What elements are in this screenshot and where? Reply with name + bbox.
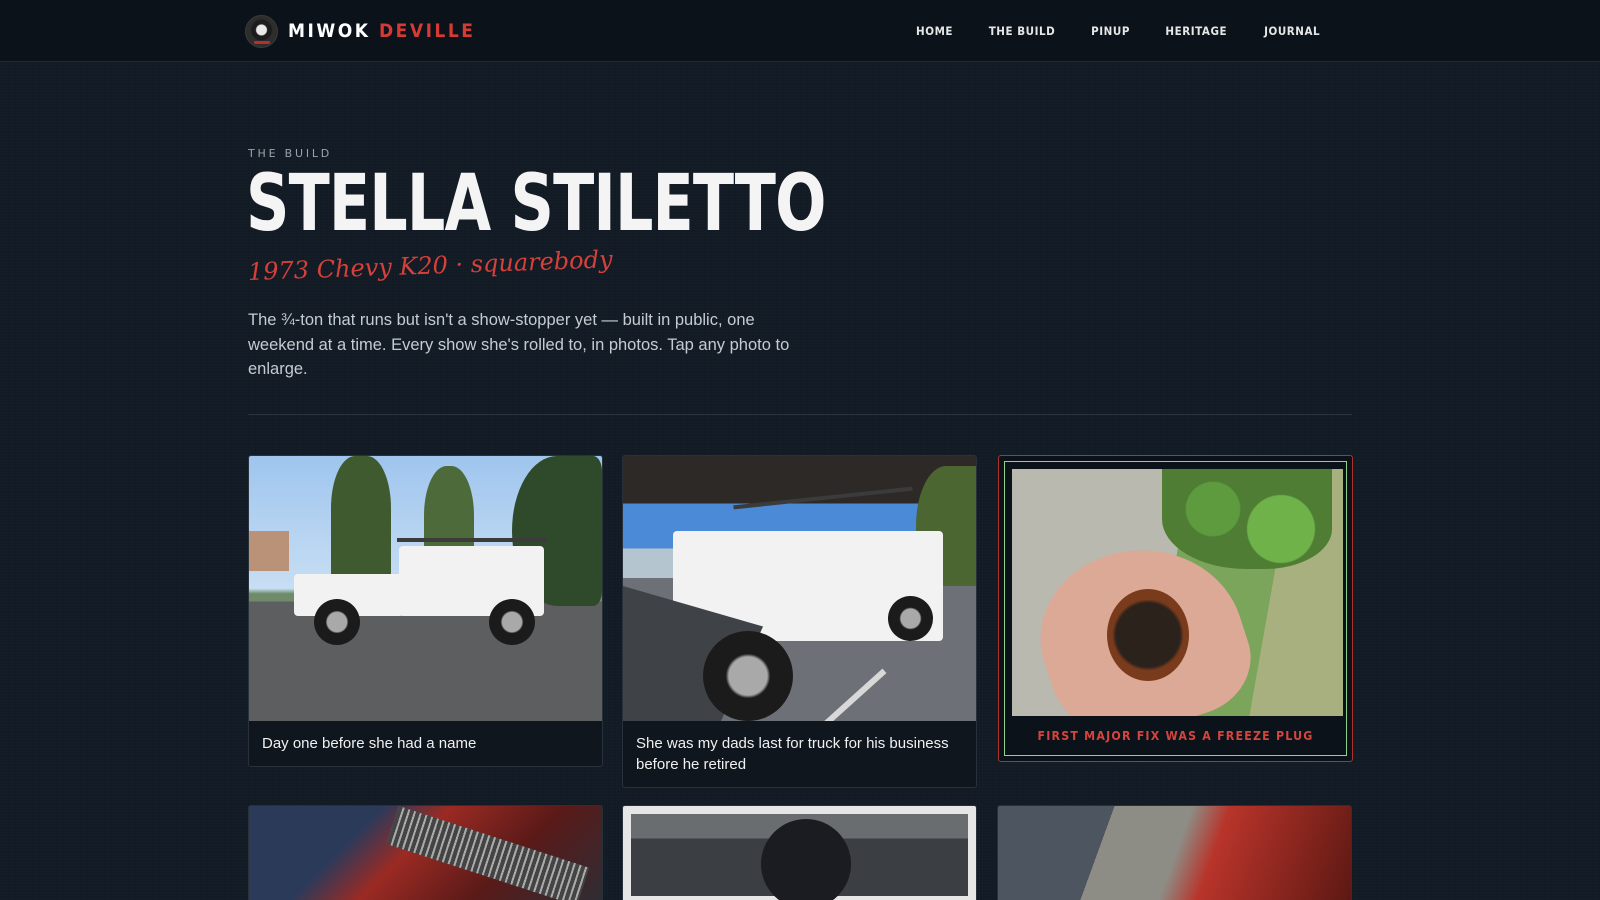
freeze-plug-shape [1107, 589, 1189, 681]
nav-journal[interactable]: JOURNAL [1264, 24, 1320, 38]
brand-logo-link[interactable]: MIWOK DEVILLE [245, 11, 475, 51]
gallery-card[interactable]: Day one before she had a name [248, 455, 603, 767]
divider [248, 414, 1352, 415]
page-title: STELLA STILETTO [246, 159, 826, 249]
truck-photo[interactable] [249, 456, 602, 721]
brand-first: MIWOK [288, 20, 371, 42]
ladder-rack [733, 486, 913, 510]
page-subtitle: 1973 Chevy K20 · squarebody [247, 245, 613, 286]
nav-heritage[interactable]: HERITAGE [1166, 24, 1228, 38]
parking-line [815, 668, 887, 721]
truck-photo[interactable] [623, 456, 976, 721]
wheel [888, 596, 933, 641]
skull-logo-icon [245, 14, 278, 48]
tree-shape [331, 456, 391, 586]
wheel [489, 599, 535, 645]
nav-the-build[interactable]: THE BUILD [989, 24, 1056, 38]
wheel [314, 599, 360, 645]
plant-shape [1162, 469, 1332, 569]
grill-shape [386, 806, 590, 900]
brand-second: DEVILLE [378, 20, 476, 42]
gallery-card-featured[interactable]: FIRST MAJOR FIX WAS A FREEZE PLUG [998, 455, 1353, 762]
nav-pinup[interactable]: PINUP [1091, 24, 1130, 38]
engine-photo[interactable] [248, 805, 603, 900]
gallery-card[interactable]: She was my dads last for truck for his b… [622, 455, 977, 788]
photo-inner [631, 814, 968, 900]
person-shape [761, 819, 851, 900]
site-header: MIWOK DEVILLE HOME THE BUILD PINUP HERIT… [0, 0, 1600, 62]
wheel [703, 631, 793, 721]
brand-name: MIWOK DEVILLE [288, 20, 475, 42]
main-nav: HOME THE BUILD PINUP HERITAGE JOURNAL [914, 0, 1323, 62]
ladder-rack [397, 538, 547, 542]
person-photo[interactable] [622, 805, 977, 900]
featured-frame: FIRST MAJOR FIX WAS A FREEZE PLUG [1004, 461, 1347, 756]
intro-text: The ¾-ton that runs but isn't a show-sto… [248, 311, 790, 378]
card-caption: She was my dads last for truck for his b… [636, 735, 949, 773]
engine-bay-photo[interactable] [997, 805, 1352, 900]
card-caption: FIRST MAJOR FIX WAS A FREEZE PLUG [1037, 729, 1314, 743]
nav-home[interactable]: HOME [916, 24, 953, 38]
card-caption: Day one before she had a name [262, 735, 477, 752]
house-shape [249, 531, 289, 571]
freeze-plug-photo[interactable] [1012, 469, 1343, 716]
